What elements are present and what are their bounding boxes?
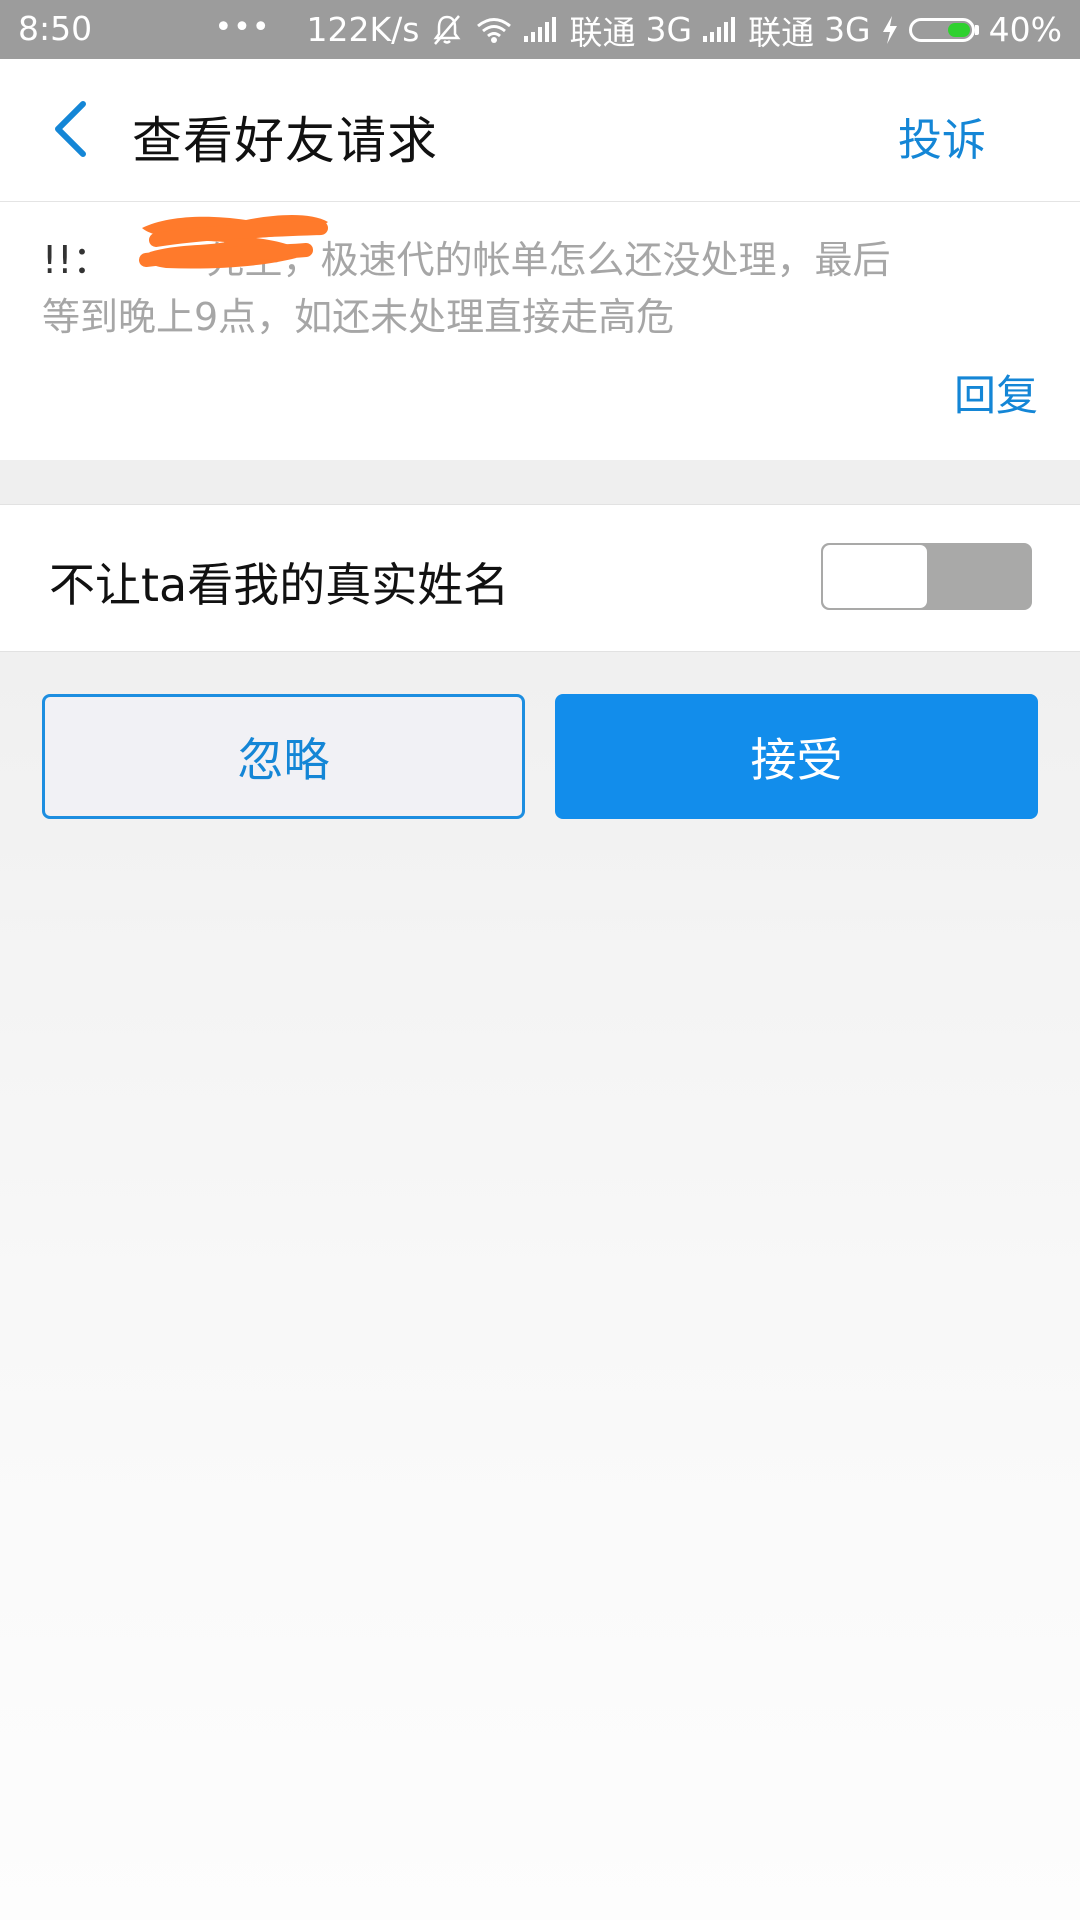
hide-real-name-label: 不让ta看我的真实姓名 <box>49 558 510 612</box>
carrier-label-sim1: 联通 <box>569 12 636 52</box>
status-icons: ••• 122K/s 联通 3G 联通 3G 40% <box>214 0 1062 59</box>
page-title: 查看好友请求 <box>132 112 438 170</box>
charging-bolt-icon <box>881 15 899 45</box>
network-type-sim2: 3G <box>824 10 871 49</box>
battery-icon <box>908 17 979 42</box>
mute-bell-icon <box>429 12 465 48</box>
signal-icon-sim2 <box>702 16 738 44</box>
carrier-label-sim2: 联通 <box>748 12 815 52</box>
chevron-left-icon <box>55 101 86 157</box>
nav-header: 查看好友请求 投诉 <box>0 59 1080 202</box>
toggle-knob <box>823 545 927 608</box>
wifi-icon <box>475 15 513 45</box>
signal-icon-sim1 <box>523 16 559 44</box>
hide-real-name-row: 不让ta看我的真实姓名 <box>0 504 1080 652</box>
message-line-2: 等到晚上9点，如还未处理直接走高危 <box>42 295 675 339</box>
more-notifications-icon: ••• <box>214 10 271 45</box>
ignore-button[interactable]: 忽略 <box>42 694 525 819</box>
status-time: 8:50 <box>18 9 93 48</box>
redaction-mark <box>139 215 328 269</box>
accept-button[interactable]: 接受 <box>555 694 1038 819</box>
battery-percent: 40% <box>988 10 1062 49</box>
hide-real-name-toggle[interactable] <box>821 543 1032 610</box>
message-sender: !!： <box>42 238 111 282</box>
back-button[interactable] <box>30 89 110 169</box>
report-button[interactable]: 投诉 <box>898 104 986 168</box>
status-bar: 8:50 ••• 122K/s 联通 3G 联通 3G 40% <box>0 0 1080 59</box>
net-speed: 122K/s <box>306 10 420 49</box>
reply-button[interactable]: 回复 <box>954 362 1038 423</box>
network-type-sim1: 3G <box>645 10 693 49</box>
